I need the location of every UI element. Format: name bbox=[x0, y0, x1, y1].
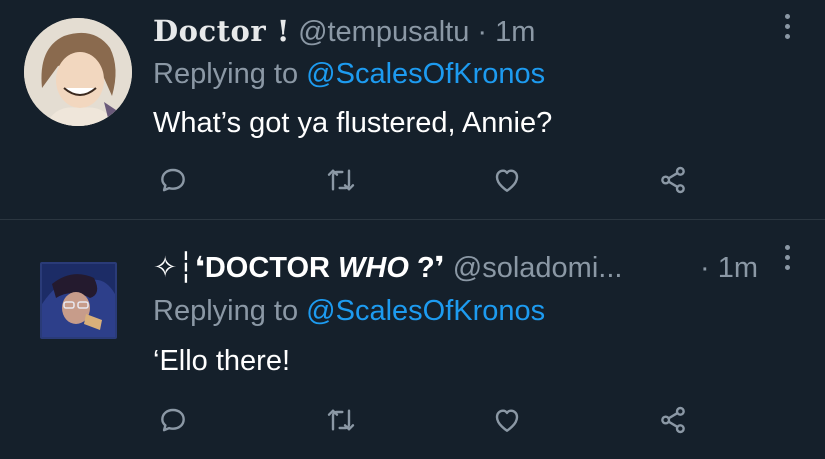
like-icon bbox=[495, 409, 519, 432]
replying-to-mention[interactable]: @ScalesOfKronos bbox=[306, 295, 545, 327]
reply-icon bbox=[161, 408, 185, 432]
share-icon bbox=[661, 406, 685, 434]
avatar[interactable] bbox=[40, 262, 117, 339]
separator-dot: · bbox=[700, 252, 710, 284]
retweet-icon bbox=[327, 409, 355, 431]
display-name[interactable]: ✧┆❛DOCTOR WHO ?❜ bbox=[153, 252, 445, 284]
user-handle[interactable]: @tempusaltu bbox=[298, 16, 469, 48]
share-button[interactable] bbox=[655, 162, 691, 198]
tweet-actions bbox=[155, 402, 695, 442]
tweet-actions bbox=[155, 162, 695, 202]
replying-to-mention[interactable]: @ScalesOfKronos bbox=[306, 58, 545, 90]
more-icon[interactable] bbox=[779, 245, 795, 275]
share-button[interactable] bbox=[655, 402, 691, 438]
replying-to: Replying to @ScalesOfKronos bbox=[153, 57, 545, 91]
display-name-bold: DOCTOR bbox=[204, 252, 339, 284]
replying-to-label: Replying to bbox=[153, 58, 299, 90]
user-handle[interactable]: @soladomi... bbox=[453, 252, 623, 284]
more-icon[interactable] bbox=[779, 14, 795, 44]
separator-dot: · bbox=[477, 16, 488, 48]
retweet-button[interactable] bbox=[323, 162, 359, 198]
timestamp[interactable]: 1m bbox=[495, 16, 535, 48]
like-button[interactable] bbox=[489, 162, 525, 198]
replying-to: Replying to @ScalesOfKronos bbox=[153, 294, 545, 328]
timestamp-group: · 1m bbox=[700, 251, 758, 285]
retweet-icon bbox=[327, 169, 355, 191]
tweet-header: ✧┆❛DOCTOR WHO ?❜ @soladomi... bbox=[153, 251, 622, 285]
reply-button[interactable] bbox=[155, 402, 191, 438]
reply-icon bbox=[161, 168, 185, 192]
display-name-italic: WHO bbox=[338, 252, 409, 284]
display-name-suffix: ?❜ bbox=[408, 252, 445, 284]
tweet-reply-2[interactable]: ✧┆❛DOCTOR WHO ?❜ @soladomi... · 1m Reply… bbox=[0, 220, 825, 459]
display-name-prefix: ✧┆❛ bbox=[153, 252, 205, 284]
share-icon bbox=[661, 166, 685, 194]
timestamp[interactable]: 1m bbox=[718, 252, 758, 284]
tweet-text: What’s got ya flustered, Annie? bbox=[153, 107, 553, 139]
tweet-header: Doctor ! @tempusaltu · 1m bbox=[153, 14, 535, 49]
like-icon bbox=[495, 169, 519, 192]
tweet-reply-1[interactable]: Doctor ! @tempusaltu · 1m Replying to @S… bbox=[0, 0, 825, 220]
replying-to-label: Replying to bbox=[153, 295, 299, 327]
retweet-button[interactable] bbox=[323, 402, 359, 438]
display-name[interactable]: Doctor ! bbox=[153, 14, 290, 48]
tweet-text: ‘Ello there! bbox=[153, 345, 291, 377]
reply-button[interactable] bbox=[155, 162, 191, 198]
like-button[interactable] bbox=[489, 402, 525, 438]
avatar[interactable] bbox=[24, 18, 132, 126]
